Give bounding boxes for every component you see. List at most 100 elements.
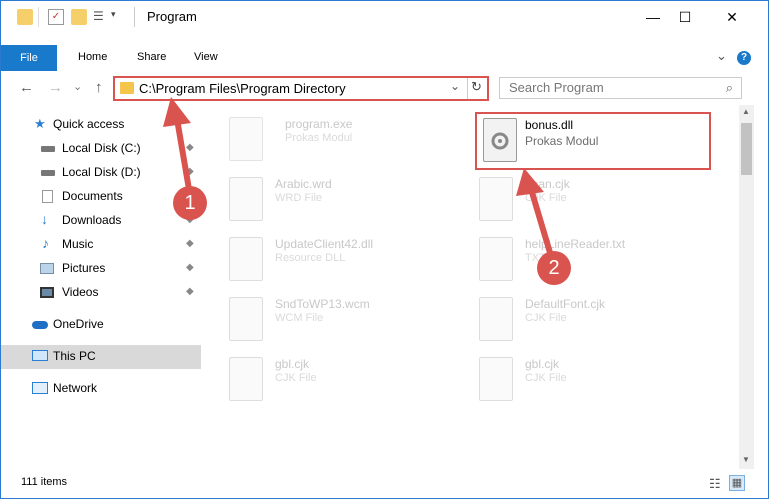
tab-file[interactable]: File (1, 45, 57, 71)
vertical-scrollbar[interactable]: ▲ ▼ (739, 105, 754, 469)
file-item[interactable]: SndToWP13.wcm WCM File (219, 291, 459, 351)
search-input[interactable]: Search Program ⌕ (499, 77, 742, 99)
search-placeholder: Search Program (509, 80, 604, 95)
file-type: CJK File (275, 372, 317, 384)
pictures-icon (40, 263, 54, 274)
pin-icon[interactable]: ◆ (186, 286, 194, 297)
sidebar-item-label: OneDrive (53, 317, 104, 331)
back-button[interactable]: ← (19, 79, 34, 96)
large-icons-view-icon[interactable]: ▦ (729, 475, 745, 491)
sidebar-item-this-pc[interactable]: This PC (1, 345, 201, 369)
sidebar-item-documents[interactable]: Documents ◆ (1, 185, 201, 209)
separator (38, 7, 39, 27)
dll-file-icon (229, 237, 263, 281)
file-icon (229, 177, 263, 221)
forward-button[interactable]: → (48, 79, 63, 96)
window-title: Program (147, 9, 197, 24)
folder-icon[interactable] (17, 9, 33, 25)
pin-icon[interactable]: ◆ (186, 166, 194, 177)
tab-view[interactable]: View (194, 51, 218, 63)
details-view-icon[interactable]: ☷ (709, 476, 721, 492)
folder-icon (120, 82, 134, 94)
file-type: CJK File (525, 372, 567, 384)
file-item[interactable]: program.exe Prokas Modul (219, 111, 459, 171)
file-name: bonus.dll (525, 118, 574, 132)
sidebar-item-label: Local Disk (D:) (62, 165, 141, 179)
properties-icon[interactable]: ✓ (48, 9, 64, 25)
sidebar-item-downloads[interactable]: ↓ Downloads ◆ (1, 209, 201, 233)
up-button[interactable]: ↑ (95, 79, 103, 96)
separator (467, 78, 468, 99)
text-file-icon (479, 237, 513, 281)
recent-locations-button[interactable]: ⌄ (73, 80, 82, 93)
download-icon: ↓ (41, 211, 48, 227)
file-item[interactable]: Arabic.wrd WRD File (219, 171, 459, 231)
sidebar-item-pictures[interactable]: Pictures ◆ (1, 257, 201, 281)
pin-icon[interactable]: ◆ (186, 238, 194, 249)
search-icon[interactable]: ⌕ (726, 80, 733, 96)
pin-icon[interactable]: ◆ (186, 142, 194, 153)
dll-gear-icon (483, 118, 517, 162)
file-name: hean.cjk (525, 177, 570, 191)
file-name: DefaultFont.cjk (525, 297, 606, 311)
file-type: Resource DLL (275, 252, 346, 264)
file-item[interactable]: DefaultFont.cjk CJK File (469, 291, 709, 351)
file-icon (479, 297, 513, 341)
sidebar-item-music[interactable]: ♪ Music ◆ (1, 233, 201, 257)
step-1-badge: 1 (173, 186, 207, 220)
file-name: UpdateClient42.dll (275, 237, 374, 251)
file-type: WRD File (275, 192, 323, 204)
file-name: gbl.cjk (525, 357, 560, 371)
new-folder-icon[interactable] (71, 9, 87, 25)
file-item[interactable]: gbl.cjk CJK File (219, 351, 459, 411)
highlighted-file-item[interactable]: bonus.dll Prokas Modul (475, 112, 711, 170)
file-icon (229, 297, 263, 341)
file-item[interactable]: helpLineReader.txt TXT (469, 231, 709, 291)
file-item[interactable]: hean.cjk CJK File (469, 171, 709, 231)
sidebar-item-label: Music (62, 237, 94, 251)
sidebar-item-label: This PC (53, 349, 96, 363)
ribbon-expand-icon[interactable]: ⌄ (716, 48, 727, 64)
sidebar-item-quick-access[interactable]: ★ Quick access (1, 113, 201, 137)
file-type: Prokas Modul (285, 132, 353, 144)
tab-share[interactable]: Share (137, 51, 166, 63)
sidebar-item-local-disk-c[interactable]: Local Disk (C:) ◆ (1, 137, 201, 161)
help-icon[interactable]: ? (737, 51, 751, 65)
drive-icon (41, 170, 55, 176)
chevron-down-icon[interactable]: ▾ (111, 9, 116, 20)
item-count: 111 items (21, 476, 68, 488)
sidebar-item-local-disk-d[interactable]: Local Disk (D:) ◆ (1, 161, 201, 185)
sidebar-item-videos[interactable]: Videos ◆ (1, 281, 201, 305)
file-item[interactable]: gbl.cjk CJK File (469, 351, 709, 411)
file-name: program.exe (285, 117, 353, 131)
file-type: WCM File (275, 312, 324, 324)
tab-home[interactable]: Home (78, 51, 107, 63)
sidebar-item-network[interactable]: Network (1, 377, 201, 401)
address-path[interactable]: C:\Program Files\Program Directory (139, 81, 346, 96)
address-dropdown-icon[interactable]: ⌄ (450, 79, 460, 93)
drive-icon (41, 146, 55, 152)
sidebar-item-label: Network (53, 381, 98, 395)
file-icon (479, 177, 513, 221)
sidebar-item-label: Quick access (53, 117, 125, 131)
sidebar-item-onedrive[interactable]: OneDrive (1, 313, 201, 337)
star-icon: ★ (34, 116, 46, 131)
videos-icon (40, 287, 54, 298)
file-item[interactable]: UpdateClient42.dll Resource DLL (219, 231, 459, 291)
sidebar-item-label: Documents (62, 189, 123, 203)
status-bar: 111 items ☷ ▦ (1, 471, 768, 498)
scrollbar-thumb[interactable] (741, 123, 752, 175)
customize-icon[interactable]: ☰ (93, 9, 109, 25)
address-bar[interactable]: C:\Program Files\Program Directory ⌄ ↻ (113, 76, 489, 101)
close-button[interactable]: ✕ (709, 1, 755, 33)
pin-icon[interactable]: ◆ (186, 262, 194, 273)
sidebar-item-label: Pictures (62, 261, 106, 275)
refresh-icon[interactable]: ↻ (471, 79, 482, 95)
file-type: CJK File (525, 192, 567, 204)
pc-icon (32, 350, 48, 361)
sidebar-item-label: Videos (62, 285, 99, 299)
music-icon: ♪ (42, 235, 49, 251)
maximize-button[interactable]: ☐ (662, 1, 708, 33)
scroll-down-icon[interactable]: ▼ (742, 455, 750, 464)
scroll-up-icon[interactable]: ▲ (742, 107, 750, 116)
